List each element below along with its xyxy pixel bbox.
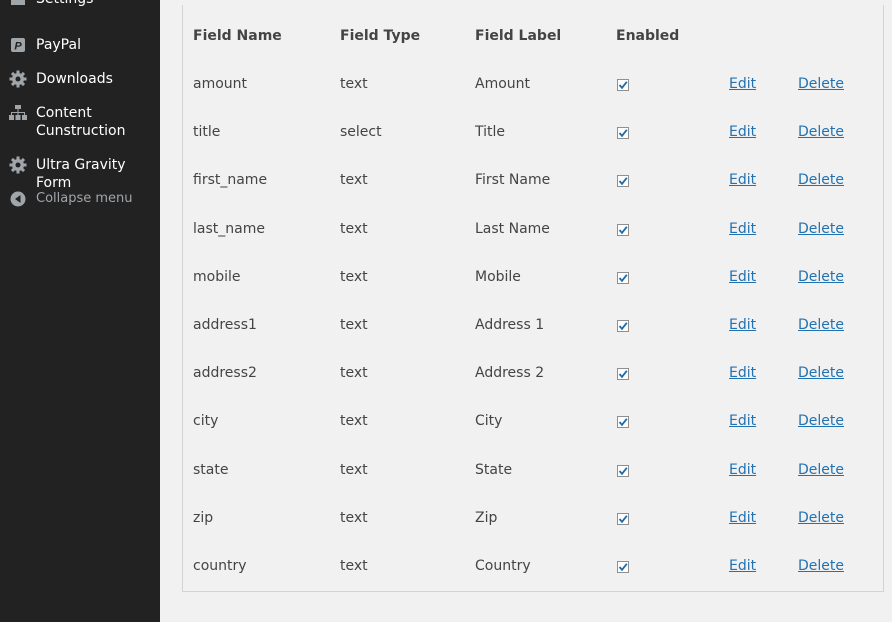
field-type-cell: text bbox=[340, 462, 368, 478]
field-label-cell: Address 2 bbox=[475, 365, 545, 381]
sidebar-item-downloads[interactable]: Downloads bbox=[0, 70, 160, 88]
field-name-cell: mobile bbox=[193, 269, 241, 285]
enabled-checkbox[interactable] bbox=[617, 368, 629, 380]
enabled-checkbox[interactable] bbox=[617, 127, 629, 139]
field-type-cell: text bbox=[340, 172, 368, 188]
sidebar-item-paypal[interactable]: P PayPal bbox=[0, 36, 160, 54]
edit-link[interactable]: Edit bbox=[729, 509, 756, 527]
sidebar-item-label: Downloads bbox=[36, 71, 113, 87]
field-label-cell: Zip bbox=[475, 510, 498, 526]
field-label-cell: Mobile bbox=[475, 269, 521, 285]
sidebar-item-content-cunstruction[interactable]: Content Cunstruction bbox=[0, 104, 160, 140]
field-label-cell: State bbox=[475, 462, 513, 478]
delete-link[interactable]: Delete bbox=[798, 220, 844, 238]
delete-link[interactable]: Delete bbox=[798, 268, 844, 286]
admin-sidebar: Settings P PayPal Downloads Content Cuns… bbox=[0, 0, 160, 622]
edit-link[interactable]: Edit bbox=[729, 75, 756, 93]
sidebar-item-ultra-gravity-form[interactable]: Ultra Gravity Form bbox=[0, 156, 160, 192]
edit-link[interactable]: Edit bbox=[729, 171, 756, 189]
enabled-checkbox[interactable] bbox=[617, 79, 629, 91]
field-label-cell: Country bbox=[475, 558, 531, 574]
collapse-menu-label: Collapse menu bbox=[36, 191, 133, 206]
delete-link[interactable]: Delete bbox=[798, 75, 844, 93]
header-enabled: Enabled bbox=[616, 28, 680, 44]
edit-link[interactable]: Edit bbox=[729, 316, 756, 334]
gear-icon bbox=[9, 70, 27, 88]
delete-link[interactable]: Delete bbox=[798, 123, 844, 141]
field-label-cell: Address 1 bbox=[475, 317, 545, 333]
field-type-cell: text bbox=[340, 510, 368, 526]
field-name-cell: first_name bbox=[193, 172, 268, 188]
collapse-menu-button[interactable]: Collapse menu bbox=[0, 190, 160, 208]
field-label-cell: Amount bbox=[475, 76, 531, 92]
sidebar-item-label: Ultra Gravity Form bbox=[36, 157, 126, 191]
field-type-cell: text bbox=[340, 365, 368, 381]
header-field-name: Field Name bbox=[193, 28, 282, 44]
enabled-checkbox[interactable] bbox=[617, 416, 629, 428]
field-label-cell: Last Name bbox=[475, 221, 550, 237]
field-name-cell: city bbox=[193, 413, 219, 429]
edit-link[interactable]: Edit bbox=[729, 123, 756, 141]
field-type-cell: text bbox=[340, 269, 368, 285]
edit-link[interactable]: Edit bbox=[729, 557, 756, 575]
enabled-checkbox[interactable] bbox=[617, 513, 629, 525]
enabled-checkbox[interactable] bbox=[617, 224, 629, 236]
field-name-cell: address2 bbox=[193, 365, 257, 381]
settings-icon bbox=[9, 0, 27, 8]
field-name-cell: last_name bbox=[193, 221, 265, 237]
paypal-icon: P bbox=[9, 36, 27, 54]
hierarchy-icon bbox=[9, 104, 27, 122]
enabled-checkbox[interactable] bbox=[617, 561, 629, 573]
edit-link[interactable]: Edit bbox=[729, 268, 756, 286]
field-type-cell: text bbox=[340, 76, 368, 92]
field-name-cell: state bbox=[193, 462, 229, 478]
field-name-cell: amount bbox=[193, 76, 248, 92]
field-type-cell: select bbox=[340, 124, 382, 140]
delete-link[interactable]: Delete bbox=[798, 557, 844, 575]
fields-table-panel: Field Name Field Type Field Label Enable… bbox=[182, 5, 884, 592]
edit-link[interactable]: Edit bbox=[729, 220, 756, 238]
enabled-checkbox[interactable] bbox=[617, 272, 629, 284]
collapse-arrow-icon bbox=[9, 190, 27, 208]
sidebar-item-label: Settings bbox=[36, 0, 160, 8]
field-type-cell: text bbox=[340, 558, 368, 574]
field-label-cell: Title bbox=[475, 124, 506, 140]
enabled-checkbox[interactable] bbox=[617, 175, 629, 187]
enabled-checkbox[interactable] bbox=[617, 465, 629, 477]
sidebar-item-settings[interactable]: Settings bbox=[0, 0, 160, 8]
header-field-type: Field Type bbox=[340, 28, 421, 44]
delete-link[interactable]: Delete bbox=[798, 412, 844, 430]
delete-link[interactable]: Delete bbox=[798, 171, 844, 189]
field-type-cell: text bbox=[340, 317, 368, 333]
field-type-cell: text bbox=[340, 413, 368, 429]
sidebar-item-label: Content Cunstruction bbox=[36, 105, 126, 139]
delete-link[interactable]: Delete bbox=[798, 316, 844, 334]
header-field-label: Field Label bbox=[475, 28, 562, 44]
delete-link[interactable]: Delete bbox=[798, 461, 844, 479]
field-name-cell: address1 bbox=[193, 317, 257, 333]
edit-link[interactable]: Edit bbox=[729, 461, 756, 479]
field-name-cell: country bbox=[193, 558, 247, 574]
gear-icon bbox=[9, 156, 27, 174]
sidebar-item-label: PayPal bbox=[36, 37, 81, 53]
field-label-cell: First Name bbox=[475, 172, 551, 188]
edit-link[interactable]: Edit bbox=[729, 364, 756, 382]
delete-link[interactable]: Delete bbox=[798, 364, 844, 382]
field-type-cell: text bbox=[340, 221, 368, 237]
svg-text:P: P bbox=[14, 41, 22, 53]
field-label-cell: City bbox=[475, 413, 503, 429]
enabled-checkbox[interactable] bbox=[617, 320, 629, 332]
field-name-cell: title bbox=[193, 124, 221, 140]
edit-link[interactable]: Edit bbox=[729, 412, 756, 430]
delete-link[interactable]: Delete bbox=[798, 509, 844, 527]
field-name-cell: zip bbox=[193, 510, 214, 526]
